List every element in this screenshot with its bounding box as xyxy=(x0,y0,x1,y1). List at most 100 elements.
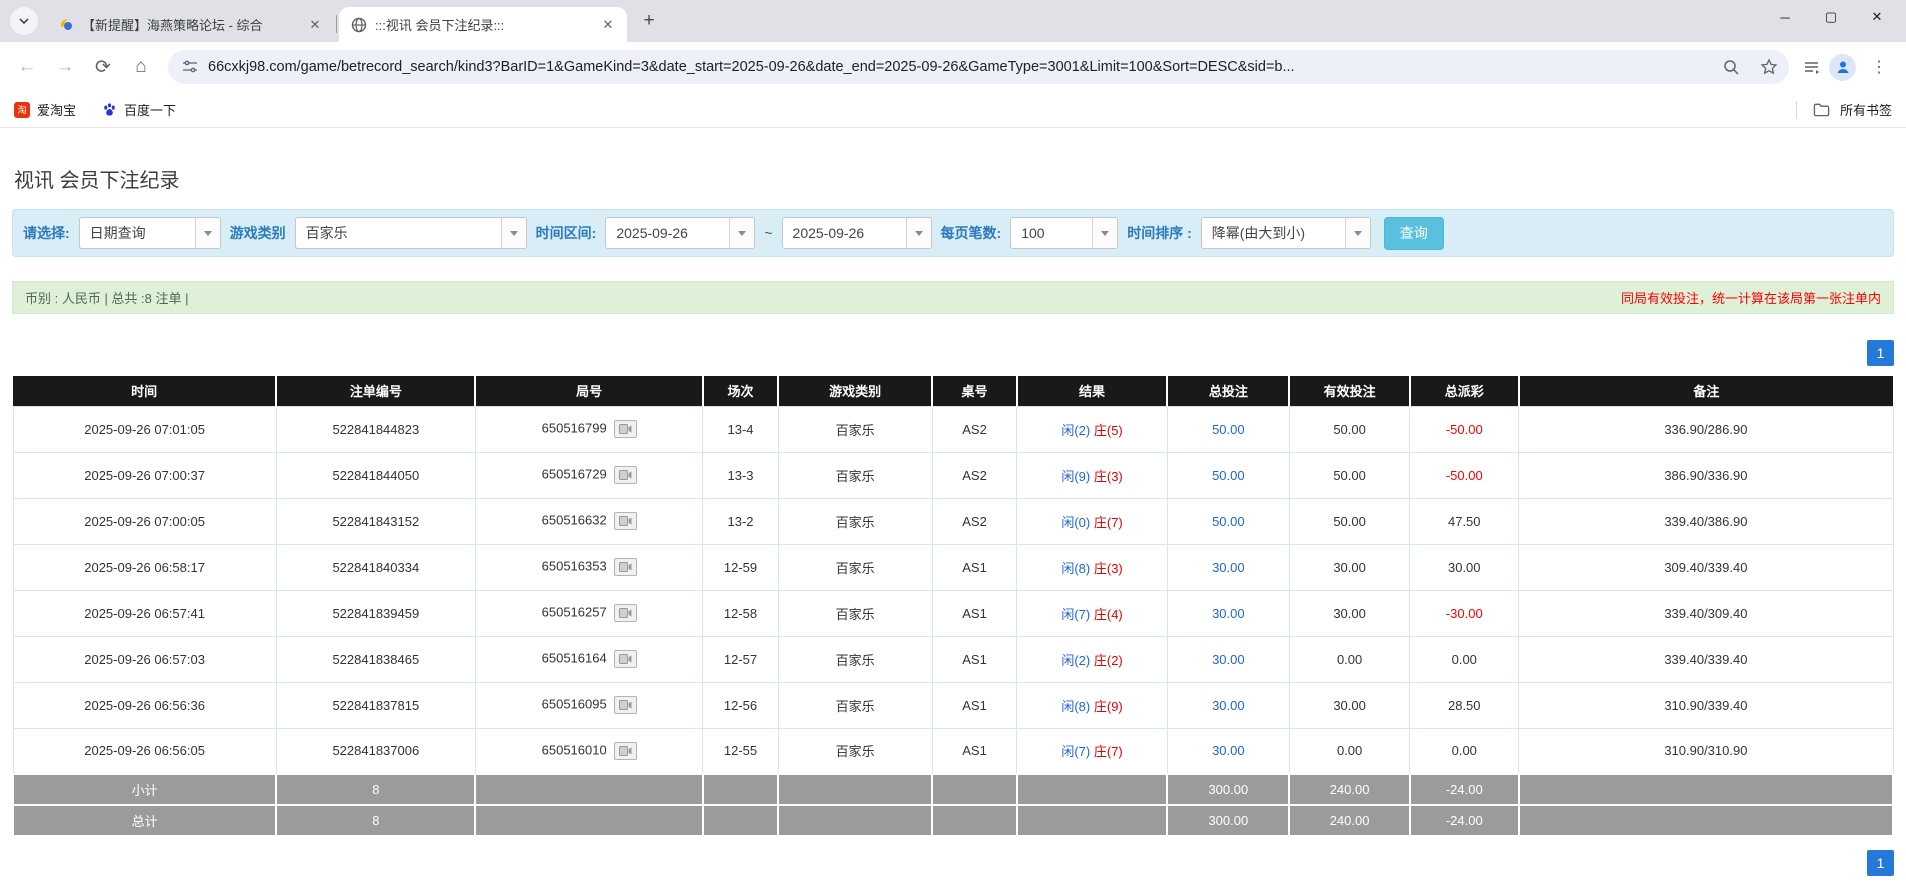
header-total-bet: 总投注 xyxy=(1167,376,1289,406)
cell-time: 2025-09-26 07:00:37 xyxy=(13,452,276,498)
cell-valid-bet: 50.00 xyxy=(1289,452,1409,498)
header-table-no: 桌号 xyxy=(932,376,1017,406)
date-range-label: 时间区间: xyxy=(536,223,597,243)
cell-bet-id: 522841837006 xyxy=(276,728,475,774)
game-type-dropdown[interactable]: 百家乐 xyxy=(295,217,527,249)
total-empty xyxy=(475,805,702,836)
back-button[interactable]: ← xyxy=(10,50,44,84)
total-empty xyxy=(1017,805,1167,836)
bookmark-star-icon[interactable] xyxy=(1755,53,1783,81)
cell-valid-bet: 0.00 xyxy=(1289,728,1409,774)
result-banker: 庄(9) xyxy=(1094,699,1123,714)
header-game-type: 游戏类别 xyxy=(778,376,932,406)
subtotal-total-bet: 300.00 xyxy=(1167,774,1289,805)
all-bookmarks[interactable]: 所有书签 xyxy=(1796,100,1892,119)
tab-close-icon[interactable]: ✕ xyxy=(599,16,617,34)
video-replay-icon[interactable] xyxy=(614,558,637,576)
cell-note: 339.40/309.40 xyxy=(1519,590,1893,636)
result-player: 闲(8) xyxy=(1061,561,1090,576)
query-type-dropdown[interactable]: 日期查询 xyxy=(79,217,221,249)
query-type-value: 日期查询 xyxy=(80,223,195,243)
cell-bet-id: 522841844050 xyxy=(276,452,475,498)
select-label: 请选择: xyxy=(23,223,70,243)
pagination-page-1[interactable]: 1 xyxy=(1867,340,1894,366)
table-row: 2025-09-26 07:01:05 522841844823 6505167… xyxy=(13,406,1893,452)
cell-table-no: AS1 xyxy=(932,590,1017,636)
folder-icon xyxy=(1813,102,1830,117)
result-banker: 庄(4) xyxy=(1094,607,1123,622)
video-replay-icon[interactable] xyxy=(614,512,637,530)
browser-menu-icon[interactable]: ⋮ xyxy=(1862,50,1896,84)
video-replay-icon[interactable] xyxy=(614,742,637,760)
dropdown-arrow-icon[interactable] xyxy=(1345,218,1370,248)
total-empty xyxy=(703,805,778,836)
dropdown-arrow-icon[interactable] xyxy=(1092,218,1117,248)
per-page-dropdown[interactable]: 100 xyxy=(1010,217,1118,249)
cell-payout: 0.00 xyxy=(1410,728,1519,774)
cell-time: 2025-09-26 06:57:03 xyxy=(13,636,276,682)
pagination-page-1[interactable]: 1 xyxy=(1867,850,1894,876)
bookmarks-divider xyxy=(1796,101,1797,119)
zoom-icon[interactable] xyxy=(1717,53,1745,81)
cell-bet-id: 522841839459 xyxy=(276,590,475,636)
video-replay-icon[interactable] xyxy=(614,696,637,714)
total-label: 总计 xyxy=(13,805,276,836)
cell-session: 12-58 xyxy=(703,590,778,636)
result-banker: 庄(7) xyxy=(1094,515,1123,530)
dropdown-arrow-icon[interactable] xyxy=(195,218,220,248)
date-start-picker[interactable]: 2025-09-26 xyxy=(605,217,755,249)
tab-forum[interactable]: 【新提醒】海燕策略论坛 - 综合 ✕ xyxy=(46,7,334,42)
subtotal-empty xyxy=(1017,774,1167,805)
sort-value: 降幂(由大到小) xyxy=(1202,223,1345,243)
cell-game-type: 百家乐 xyxy=(778,452,932,498)
bookmark-baidu[interactable]: 百度一下 xyxy=(102,100,176,119)
address-bar[interactable]: 66cxkj98.com/game/betrecord_search/kind3… xyxy=(168,50,1789,84)
reload-button[interactable]: ⟳ xyxy=(86,50,120,84)
video-replay-icon[interactable] xyxy=(614,420,637,438)
subtotal-label: 小计 xyxy=(13,774,276,805)
cell-total-bet: 30.00 xyxy=(1167,544,1289,590)
search-button[interactable]: 查询 xyxy=(1384,217,1444,250)
cell-table-no: AS1 xyxy=(932,682,1017,728)
date-end-picker[interactable]: 2025-09-26 xyxy=(782,217,932,249)
bookmark-taobao[interactable]: 淘 爱淘宝 xyxy=(14,100,76,119)
cell-round-id: 650516164 xyxy=(475,636,702,682)
subtotal-empty xyxy=(703,774,778,805)
sort-dropdown[interactable]: 降幂(由大到小) xyxy=(1201,217,1371,249)
close-window-button[interactable]: ✕ xyxy=(1854,0,1900,34)
cell-result: 闲(8) 庄(9) xyxy=(1017,682,1167,728)
dropdown-arrow-icon[interactable] xyxy=(501,218,526,248)
dropdown-arrow-icon[interactable] xyxy=(906,218,931,248)
cell-round-id: 650516257 xyxy=(475,590,702,636)
header-payout: 总派彩 xyxy=(1410,376,1519,406)
cell-result: 闲(8) 庄(3) xyxy=(1017,544,1167,590)
site-settings-icon[interactable] xyxy=(182,59,198,75)
home-button[interactable]: ⌂ xyxy=(124,50,158,84)
cell-time: 2025-09-26 06:57:41 xyxy=(13,590,276,636)
cell-time: 2025-09-26 06:58:17 xyxy=(13,544,276,590)
cell-game-type: 百家乐 xyxy=(778,682,932,728)
minimize-button[interactable]: ─ xyxy=(1762,0,1808,34)
profile-avatar[interactable] xyxy=(1829,54,1856,81)
tab-close-icon[interactable]: ✕ xyxy=(306,16,324,34)
result-player: 闲(7) xyxy=(1061,744,1090,759)
cell-payout: 30.00 xyxy=(1410,544,1519,590)
video-replay-icon[interactable] xyxy=(614,466,637,484)
cell-result: 闲(2) 庄(5) xyxy=(1017,406,1167,452)
maximize-button[interactable]: ▢ xyxy=(1808,0,1854,34)
side-panel-icon[interactable] xyxy=(1797,53,1825,81)
tab-betrecord[interactable]: :::视讯 会员下注纪录::: ✕ xyxy=(339,7,627,42)
cell-note: 310.90/339.40 xyxy=(1519,682,1893,728)
cell-total-bet: 30.00 xyxy=(1167,590,1289,636)
per-page-value: 100 xyxy=(1011,225,1092,241)
video-replay-icon[interactable] xyxy=(614,604,637,622)
forward-button[interactable]: → xyxy=(48,50,82,84)
video-replay-icon[interactable] xyxy=(614,650,637,668)
tab-search-button[interactable] xyxy=(10,7,38,35)
header-session: 场次 xyxy=(703,376,778,406)
url-text[interactable]: 66cxkj98.com/game/betrecord_search/kind3… xyxy=(208,59,1707,75)
table-row: 2025-09-26 06:56:05 522841837006 6505160… xyxy=(13,728,1893,774)
dropdown-arrow-icon[interactable] xyxy=(729,218,754,248)
new-tab-button[interactable]: + xyxy=(635,7,663,35)
cell-game-type: 百家乐 xyxy=(778,728,932,774)
